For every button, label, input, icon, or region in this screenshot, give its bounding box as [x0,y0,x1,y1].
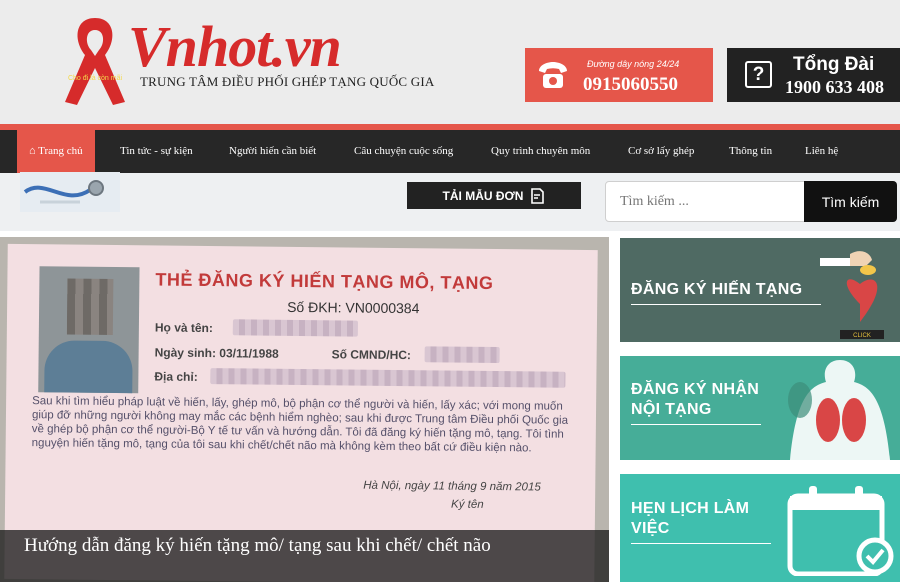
ribbon-slogan: Cho đi là còn mãi [68,75,123,82]
banner-register-receive[interactable]: ĐĂNG KÝ NHẬN NỘI TẠNG [620,356,900,460]
calendar-icon [787,486,894,576]
nav-item-news[interactable]: Tin tức - sự kiện [120,130,193,173]
search-input[interactable] [605,181,805,222]
name-redacted [232,319,358,337]
hotline-box[interactable]: Đường dây nóng 24/24 0915060550 [525,48,713,102]
download-form-label: TẢI MẪU ĐƠN [442,188,524,203]
nav-item-information[interactable]: Thông tin [729,130,772,173]
donor-photo-pixelated [38,266,140,394]
switchboard-title: Tổng Đài [793,54,875,75]
site-logo-text[interactable]: Vnhot.vn [128,18,342,76]
main-nav: ⌂ Trang chủ Tin tức - sự kiện Người hiến… [0,130,900,173]
download-form-button[interactable]: TẢI MẪU ĐƠN [407,182,581,209]
banner-schedule-line1: HẸN LỊCH LÀM [631,500,750,517]
body-organs-icon [788,360,890,460]
stethoscope-image [20,172,120,212]
banner-register-donation[interactable]: CLICK ĐĂNG KÝ HIẾN TẠNG [620,238,900,342]
featured-caption[interactable]: Hướng dẫn đăng ký hiến tặng mô/ tạng sau… [0,530,609,582]
banner-divider [631,543,771,544]
card-place-date: Hà Nội, ngày 11 tháng 9 năm 2015 [363,479,541,494]
card-dob-label: Ngày sinh: 03/11/1988 [154,345,279,361]
search-button[interactable]: Tìm kiếm [804,181,897,222]
nav-item-contact[interactable]: Liên hệ [805,130,838,173]
card-body-text: Sau khi tìm hiểu pháp luật về hiến, lấy,… [31,395,569,455]
switchboard-number[interactable]: 1900 633 408 [785,77,884,98]
banner-divider [631,424,761,425]
banner-schedule-appointment[interactable]: HẸN LỊCH LÀM VIỆC [620,474,900,582]
card-address-label: Địa chỉ: [154,369,198,384]
card-title: THẺ ĐĂNG KÝ HIẾN TẠNG MÔ, TẠNG [155,269,494,294]
home-icon: ⌂ [29,145,36,157]
nav-item-donor-info[interactable]: Người hiến cần biết [229,130,316,173]
card-sign-label: Ký tên [451,498,484,511]
featured-caption-text[interactable]: Hướng dẫn đăng ký hiến tặng mô/ tạng sau… [24,535,491,557]
nav-item-procedures[interactable]: Quy trình chuyên môn [491,130,590,173]
hotline-label: Đường dây nóng 24/24 [587,59,680,69]
nav-item-home[interactable]: ⌂ Trang chủ [17,130,95,173]
switchboard-box[interactable]: ? Tổng Đài 1900 633 408 [727,48,900,102]
banner-divider [631,304,821,305]
telephone-icon [539,62,567,88]
card-name-label: Họ và tên: [154,320,213,336]
banner-register-receive-line1: ĐĂNG KÝ NHẬN [631,381,760,398]
click-badge: CLICK [853,333,871,339]
nav-item-transplant-centers[interactable]: Cơ sở lấy ghép [628,130,694,173]
card-id-label: Số CMND/HC: [331,347,412,363]
nav-item-life-stories[interactable]: Câu chuyện cuộc sống [354,130,453,173]
banner-schedule-line2: VIỆC [631,520,670,537]
address-redacted [210,368,566,388]
id-redacted [424,346,500,364]
question-mark-icon: ? [745,61,772,88]
hotline-number[interactable]: 0915060550 [583,74,678,96]
card-reg-number: Số ĐKH: VN0000384 [287,298,420,317]
heart-hand-icon: CLICK [820,251,884,339]
featured-article-image[interactable]: THẺ ĐĂNG KÝ HIẾN TẠNG MÔ, TẠNG Số ĐKH: V… [0,237,609,582]
nav-item-label: Trang chủ [38,145,83,157]
site-subtitle: TRUNG TÂM ĐIỀU PHỐI GHÉP TẠNG QUỐC GIA [140,74,435,89]
red-ribbon-logo-icon[interactable]: Cho đi là còn mãi [55,10,135,110]
document-icon [531,187,545,204]
banner-register-donation-label: ĐĂNG KÝ HIẾN TẠNG [631,281,803,298]
site-header: Cho đi là còn mãi Vnhot.vn TRUNG TÂM ĐIỀ… [0,0,900,124]
banner-register-receive-line2: NỘI TẠNG [631,401,712,418]
